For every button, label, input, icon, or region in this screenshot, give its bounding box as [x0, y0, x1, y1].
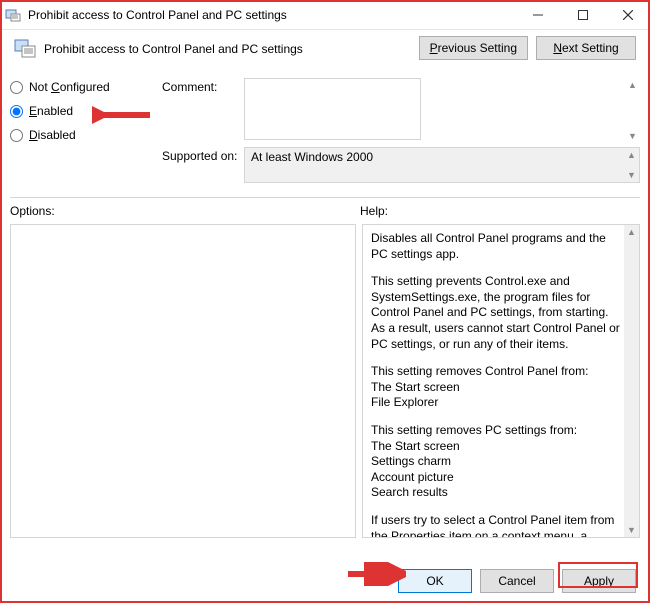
radio-disabled[interactable] — [10, 129, 23, 142]
scroll-up-icon: ▲ — [628, 78, 637, 92]
supported-scrollbar: ▲ ▼ — [624, 148, 639, 182]
comment-scrollbar[interactable]: ▲ ▼ — [625, 78, 640, 143]
close-button[interactable] — [605, 0, 650, 29]
supported-on-text: At least Windows 2000 — [251, 150, 373, 164]
comment-label: Comment: — [162, 78, 242, 94]
annotation-arrow-ok — [346, 562, 406, 586]
help-p1: Disables all Control Panel programs and … — [371, 231, 621, 262]
radio-disabled-label[interactable]: Disabled — [29, 128, 76, 142]
policy-title: Prohibit access to Control Panel and PC … — [40, 40, 419, 56]
help-p3a: This setting removes Control Panel from: — [371, 364, 621, 380]
state-radio-group: Not Configured Enabled Disabled — [10, 78, 160, 142]
help-label: Help: — [360, 204, 640, 218]
help-p4b: The Start screen — [371, 439, 621, 455]
supported-on-value: At least Windows 2000 ▲ ▼ — [244, 147, 640, 183]
help-p4a: This setting removes PC settings from: — [371, 423, 621, 439]
help-p3c: File Explorer — [371, 395, 621, 411]
ok-button[interactable]: OK — [398, 569, 472, 593]
scroll-up-icon: ▲ — [627, 148, 636, 162]
radio-enabled[interactable] — [10, 105, 23, 118]
help-p3b: The Start screen — [371, 380, 621, 396]
help-p4c: Settings charm — [371, 454, 621, 470]
help-p4e: Search results — [371, 485, 621, 501]
maximize-button[interactable] — [560, 0, 605, 29]
comment-textarea[interactable] — [244, 78, 421, 140]
scroll-down-icon: ▼ — [627, 168, 636, 182]
help-pane[interactable]: Disables all Control Panel programs and … — [362, 224, 640, 538]
scroll-down-icon: ▼ — [628, 129, 637, 143]
help-scrollbar[interactable]: ▲ ▼ — [624, 225, 639, 537]
help-p2: This setting prevents Control.exe and Sy… — [371, 274, 621, 352]
radio-enabled-label[interactable]: Enabled — [29, 104, 73, 118]
radio-not-configured-label[interactable]: Not Configured — [29, 80, 110, 94]
window-title: Prohibit access to Control Panel and PC … — [26, 8, 515, 22]
scroll-up-icon: ▲ — [627, 225, 636, 239]
prev-label-rest: revious Setting — [438, 41, 517, 55]
next-setting-button[interactable]: Next Setting — [536, 36, 636, 60]
cancel-button[interactable]: Cancel — [480, 569, 554, 593]
next-label-rest: ext Setting — [562, 41, 619, 55]
policy-icon — [10, 37, 40, 59]
minimize-button[interactable] — [515, 0, 560, 29]
help-p5: If users try to select a Control Panel i… — [371, 513, 621, 538]
help-p4d: Account picture — [371, 470, 621, 486]
supported-on-label: Supported on: — [162, 147, 242, 163]
apply-button[interactable]: Apply — [562, 569, 636, 593]
scroll-down-icon: ▼ — [627, 523, 636, 537]
radio-not-configured[interactable] — [10, 81, 23, 94]
divider — [10, 197, 640, 198]
apply-rest: pply — [592, 574, 614, 588]
previous-setting-button[interactable]: Previous Setting — [419, 36, 528, 60]
options-pane — [10, 224, 356, 538]
titlebar: Prohibit access to Control Panel and PC … — [0, 0, 650, 30]
options-label: Options: — [10, 204, 360, 218]
window-icon — [0, 0, 26, 30]
